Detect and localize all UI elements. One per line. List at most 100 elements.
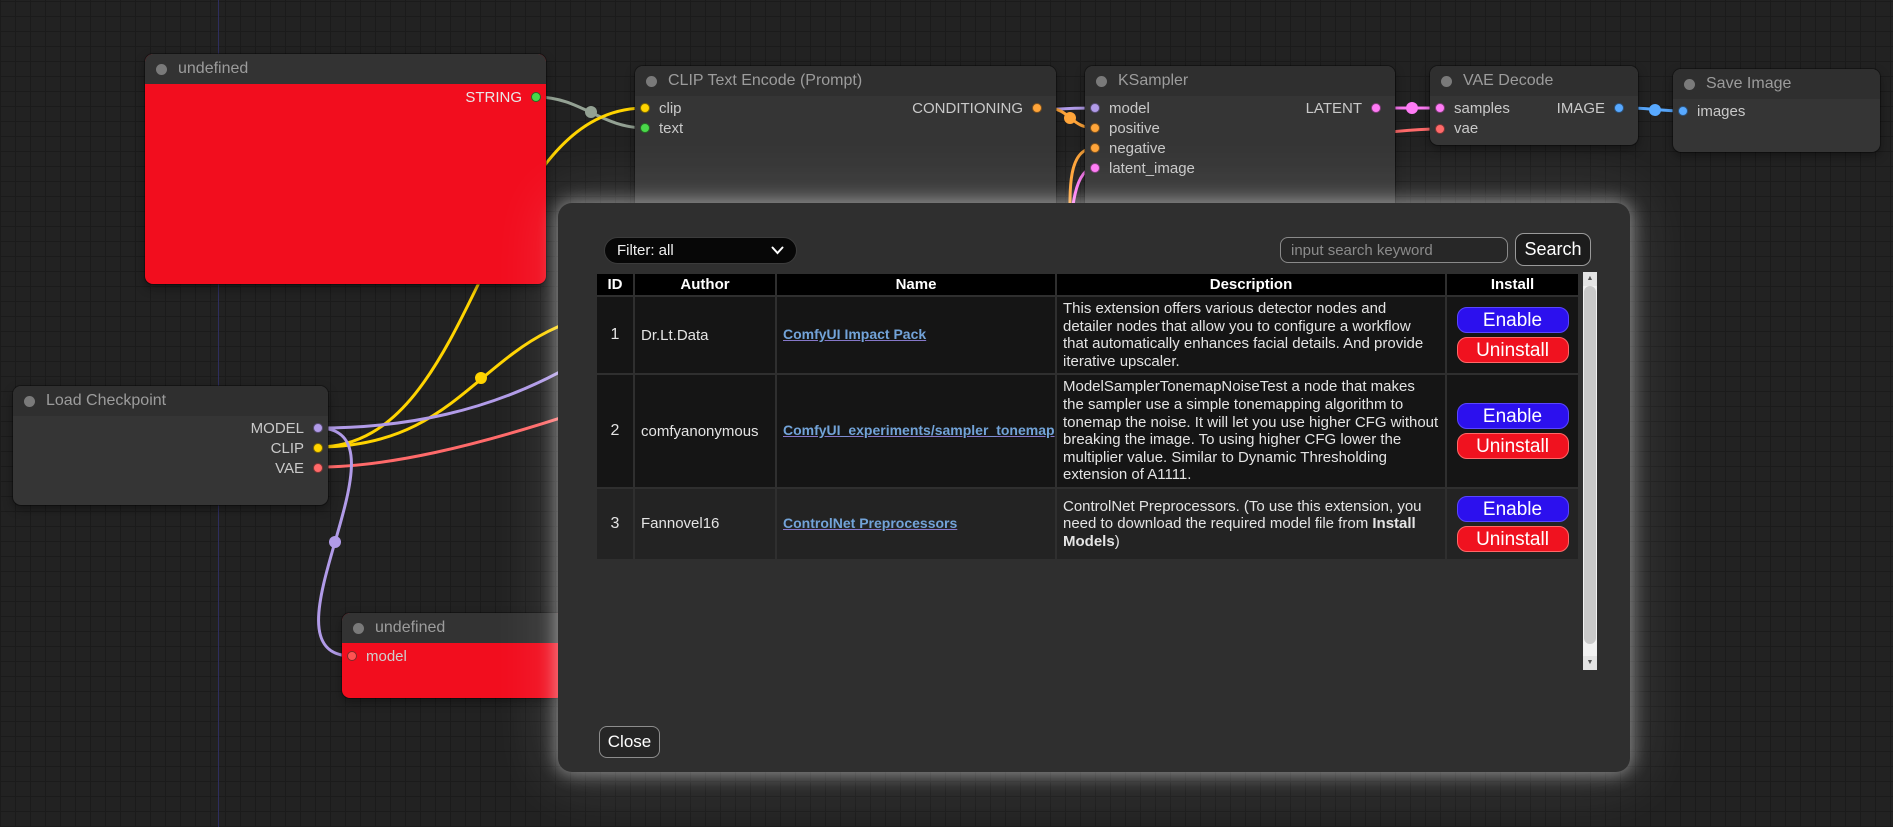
wire-midpoint-dot: [1649, 104, 1661, 116]
enable-button[interactable]: Enable: [1457, 307, 1569, 333]
filter-selected-value: Filter: all: [617, 242, 674, 259]
node-undefined-top[interactable]: undefined STRING: [145, 54, 546, 284]
input-label: latent_image: [1109, 160, 1195, 177]
extension-link[interactable]: ComfyUI_experiments/sampler_tonemap: [783, 422, 1055, 438]
extension-link[interactable]: ControlNet Preprocessors: [783, 515, 957, 531]
wire-midpoint-dot: [1064, 112, 1076, 124]
input-slot-positive[interactable]: [1090, 123, 1100, 133]
node-ksampler[interactable]: KSampler model LATENT positive negative …: [1085, 66, 1395, 216]
node-titlebar[interactable]: undefined: [342, 613, 564, 643]
cell-id: 2: [597, 375, 633, 487]
input-slot-clip[interactable]: [640, 103, 650, 113]
filter-select[interactable]: Filter: all: [604, 237, 797, 264]
node-load-checkpoint[interactable]: Load Checkpoint MODEL CLIP VAE ◀ ckpt_na…: [13, 386, 328, 505]
output-slot-image[interactable]: [1614, 103, 1624, 113]
cell-id: 3: [597, 489, 633, 559]
input-label: vae: [1454, 120, 1478, 137]
search-button[interactable]: Search: [1515, 233, 1591, 266]
input-slot-negative[interactable]: [1090, 143, 1100, 153]
node-title: VAE Decode: [1463, 72, 1553, 90]
cell-author: Fannovel16: [635, 489, 775, 559]
extensions-table-body: 1Dr.Lt.DataComfyUI Impact PackThis exten…: [597, 297, 1578, 559]
output-slot-latent[interactable]: [1371, 103, 1381, 113]
node-vae-decode[interactable]: VAE Decode samples IMAGE vae: [1430, 66, 1638, 145]
output-slot-conditioning[interactable]: [1032, 103, 1042, 113]
node-title: undefined: [178, 60, 248, 78]
cell-description: ModelSamplerTonemapNoiseTest a node that…: [1057, 375, 1445, 487]
node-title: CLIP Text Encode (Prompt): [668, 72, 862, 90]
output-slot-string[interactable]: [531, 92, 541, 102]
cell-name: ComfyUI Impact Pack: [777, 297, 1055, 373]
search-input[interactable]: [1280, 237, 1508, 263]
collapse-dot-icon[interactable]: [646, 76, 657, 87]
output-label: MODEL: [251, 420, 304, 437]
wire-midpoint-dot: [1406, 102, 1418, 114]
node-titlebar[interactable]: VAE Decode: [1430, 66, 1638, 96]
enable-button[interactable]: Enable: [1457, 403, 1569, 429]
output-slot-vae[interactable]: [313, 463, 323, 473]
scrollbar-up-arrow-icon[interactable]: ▲: [1583, 272, 1597, 286]
scrollbar-thumb[interactable]: [1584, 286, 1596, 644]
description-text: ControlNet Preprocessors. (To use this e…: [1063, 498, 1422, 533]
collapse-dot-icon[interactable]: [353, 623, 364, 634]
output-slot-model[interactable]: [313, 423, 323, 433]
input-slot-vae[interactable]: [1435, 124, 1445, 134]
input-slot-model[interactable]: [1090, 103, 1100, 113]
input-slot-model[interactable]: [347, 651, 357, 661]
uninstall-button[interactable]: Uninstall: [1457, 526, 1569, 552]
wire-midpoint-dot: [585, 106, 597, 118]
enable-button[interactable]: Enable: [1457, 496, 1569, 522]
column-header: Description: [1057, 274, 1445, 295]
collapse-dot-icon[interactable]: [1441, 76, 1452, 87]
cell-install: Enable Uninstall: [1447, 297, 1578, 373]
node-titlebar[interactable]: undefined: [145, 54, 546, 84]
table-row: 2comfyanonymous ComfyUI_experiments/sampl…: [597, 375, 1578, 487]
scrollbar-down-arrow-icon[interactable]: ▼: [1583, 656, 1597, 670]
node-titlebar[interactable]: KSampler: [1085, 66, 1395, 96]
table-row: 1Dr.Lt.DataComfyUI Impact PackThis exten…: [597, 297, 1578, 373]
node-save-image[interactable]: Save Image images filename_prefix ComfyU…: [1673, 69, 1880, 152]
collapse-dot-icon[interactable]: [24, 396, 35, 407]
input-slot-images[interactable]: [1678, 106, 1688, 116]
cell-name: ComfyUI_experiments/sampler_tonemap: [777, 375, 1055, 487]
collapse-dot-icon[interactable]: [1684, 79, 1695, 90]
wire-midpoint-dot: [475, 372, 487, 384]
collapse-dot-icon[interactable]: [1096, 76, 1107, 87]
input-slot-samples[interactable]: [1435, 103, 1445, 113]
input-label: text: [659, 120, 683, 137]
wire-midpoint-dot: [329, 536, 341, 548]
input-label: negative: [1109, 140, 1166, 157]
node-titlebar[interactable]: CLIP Text Encode (Prompt): [635, 66, 1056, 96]
chevron-down-icon: [771, 246, 784, 255]
description-text: This extension offers various detector n…: [1063, 300, 1423, 370]
table-header-row: IDAuthorNameDescriptionInstall: [597, 274, 1578, 295]
output-label: IMAGE: [1557, 100, 1605, 117]
output-slot-clip[interactable]: [313, 443, 323, 453]
uninstall-button[interactable]: Uninstall: [1457, 433, 1569, 459]
description-text: ): [1115, 533, 1120, 550]
cell-description: This extension offers various detector n…: [1057, 297, 1445, 373]
cell-name: ControlNet Preprocessors: [777, 489, 1055, 559]
uninstall-button[interactable]: Uninstall: [1457, 337, 1569, 363]
input-label: model: [366, 648, 407, 665]
output-label: CONDITIONING: [912, 100, 1023, 117]
output-label: LATENT: [1306, 100, 1362, 117]
node-undefined-bottom[interactable]: undefined model: [342, 613, 564, 698]
close-button[interactable]: Close: [599, 726, 660, 758]
input-label: clip: [659, 100, 682, 117]
collapse-dot-icon[interactable]: [156, 64, 167, 75]
cell-author: comfyanonymous: [635, 375, 775, 487]
extension-link[interactable]: ComfyUI Impact Pack: [783, 326, 926, 342]
node-titlebar[interactable]: Save Image: [1673, 69, 1880, 99]
column-header: Author: [635, 274, 775, 295]
input-label: model: [1109, 100, 1150, 117]
input-slot-latent-image[interactable]: [1090, 163, 1100, 173]
table-scrollbar[interactable]: ▲ ▼: [1583, 272, 1597, 670]
cell-install: Enable Uninstall: [1447, 375, 1578, 487]
column-header: ID: [597, 274, 633, 295]
input-slot-text[interactable]: [640, 123, 650, 133]
node-titlebar[interactable]: Load Checkpoint: [13, 386, 328, 416]
node-title: undefined: [375, 619, 445, 637]
cell-id: 1: [597, 297, 633, 373]
input-label: images: [1697, 103, 1745, 120]
